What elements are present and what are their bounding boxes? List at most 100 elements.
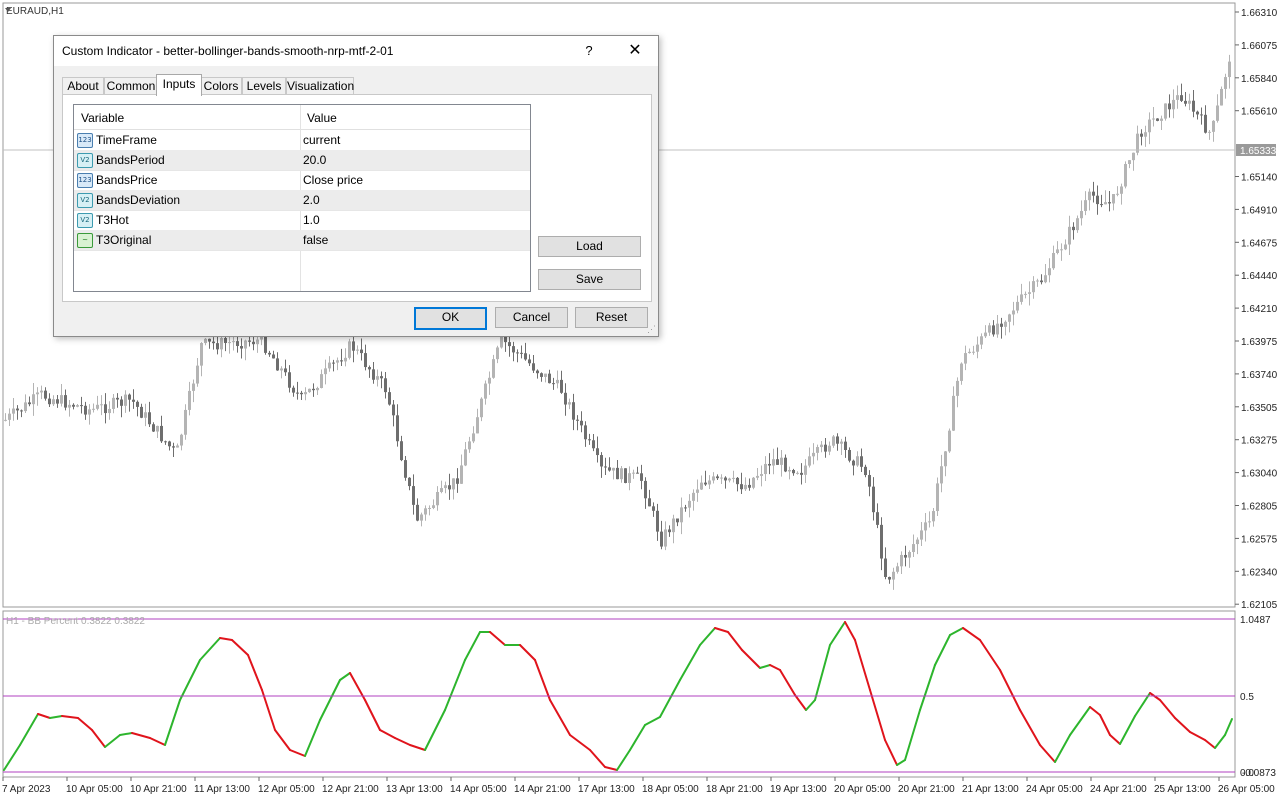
input-value[interactable]: Close price (303, 173, 363, 187)
time-tick-label: 10 Apr 21:00 (130, 784, 187, 795)
input-value[interactable]: 20.0 (303, 153, 326, 167)
input-row-timeframe[interactable]: 123 TimeFrame current (74, 130, 530, 151)
ok-button[interactable]: OK (414, 307, 487, 330)
candle-body (396, 415, 399, 442)
candle-body (224, 338, 227, 343)
candle-body (904, 554, 907, 558)
grid-header: Variable Value (74, 105, 530, 130)
candle-body (600, 455, 603, 467)
candle-body (196, 365, 199, 384)
price-tick-label: 1.66075 (1241, 41, 1278, 52)
time-tick-label: 14 Apr 05:00 (450, 784, 507, 795)
candle-body (52, 399, 55, 405)
input-value[interactable]: 2.0 (303, 193, 320, 207)
variable-column-header[interactable]: Variable (81, 111, 124, 125)
candle-body (512, 346, 515, 353)
input-row-bandsdeviation[interactable]: V2 BandsDeviation 2.0 (74, 190, 530, 211)
candle-body (868, 475, 871, 487)
candle-body (992, 325, 995, 335)
candle-body (800, 472, 803, 475)
candle-body (244, 340, 247, 349)
candle-body (116, 397, 119, 400)
candle-body (624, 468, 627, 483)
candle-body (1032, 281, 1035, 293)
candle-body (1200, 114, 1203, 116)
candle-body (736, 477, 739, 485)
value-column-header[interactable]: Value (307, 111, 337, 125)
tab-inputs[interactable]: Inputs (156, 74, 202, 96)
candle-body (1052, 252, 1055, 269)
candle-body (1180, 95, 1183, 101)
candle-body (436, 492, 439, 506)
candle-body (1124, 163, 1127, 187)
candle-body (636, 472, 639, 474)
candle-body (308, 388, 311, 393)
input-value[interactable]: 1.0 (303, 213, 320, 227)
input-row-bandsprice[interactable]: 123 BandsPrice Close price (74, 170, 530, 191)
candle-body (364, 353, 367, 368)
candle-body (808, 456, 811, 466)
candle-body (1076, 218, 1079, 231)
candle-body (68, 404, 71, 408)
candle-body (1028, 292, 1031, 294)
time-tick-label: 25 Apr 13:00 (1154, 784, 1211, 795)
candle-body (388, 392, 391, 405)
price-tick-label: 1.63975 (1241, 337, 1278, 348)
close-icon[interactable]: ✕ (622, 40, 648, 62)
candle-body (412, 486, 415, 505)
candle-body (340, 360, 343, 362)
candle-body (156, 425, 159, 432)
tab-about[interactable]: About (62, 77, 104, 95)
candle-body (496, 347, 499, 360)
candle-body (1096, 195, 1099, 205)
double-icon: V2 (77, 153, 93, 168)
input-row-bandsperiod[interactable]: V2 BandsPeriod 20.0 (74, 150, 530, 171)
candle-body (72, 404, 75, 407)
time-tick-label: 14 Apr 21:00 (514, 784, 571, 795)
candle-body (56, 399, 59, 404)
load-button[interactable]: Load (538, 236, 641, 257)
resize-grip-icon[interactable]: ⋰ (647, 324, 656, 335)
dialog-titlebar[interactable]: Custom Indicator - better-bollinger-band… (54, 36, 658, 66)
candle-body (892, 571, 895, 580)
candle-body (1140, 133, 1143, 137)
time-tick-label: 12 Apr 05:00 (258, 784, 315, 795)
reset-button[interactable]: Reset (575, 307, 648, 328)
candle-body (1184, 100, 1187, 104)
candle-body (952, 395, 955, 431)
candle-body (664, 529, 667, 547)
current-price-label: 1.65333 (1240, 146, 1277, 157)
indicator-frame (2, 610, 1236, 778)
candle-body (680, 507, 683, 523)
tab-visualization[interactable]: Visualization (286, 77, 354, 95)
candle-body (312, 388, 315, 391)
tab-levels[interactable]: Levels (242, 77, 286, 95)
candle-body (1208, 131, 1211, 133)
input-row-t3original[interactable]: ~ T3Original false (74, 230, 530, 251)
candle-body (1212, 120, 1215, 132)
candle-body (1072, 226, 1075, 231)
candle-body (100, 404, 103, 406)
input-value[interactable]: false (303, 233, 328, 247)
input-value[interactable]: current (303, 133, 340, 147)
tab-common[interactable]: Common (104, 77, 158, 95)
candle-body (692, 492, 695, 501)
help-icon[interactable]: ? (578, 40, 600, 62)
candle-body (1020, 294, 1023, 302)
candle-body (468, 441, 471, 450)
candle-body (964, 353, 967, 364)
candle-body (836, 436, 839, 444)
candle-body (36, 392, 39, 395)
candle-body (660, 531, 663, 547)
tab-colors[interactable]: Colors (200, 77, 242, 95)
candle-body (544, 373, 547, 377)
candle-body (88, 409, 91, 415)
input-row-t3hot[interactable]: V2 T3Hot 1.0 (74, 210, 530, 231)
candle-body (540, 373, 543, 377)
inputs-grid[interactable]: Variable Value 123 TimeFrame current V2 … (73, 104, 531, 292)
candle-body (440, 488, 443, 493)
candle-body (572, 402, 575, 420)
candle-body (580, 420, 583, 426)
cancel-button[interactable]: Cancel (495, 307, 568, 328)
save-button[interactable]: Save (538, 269, 641, 290)
